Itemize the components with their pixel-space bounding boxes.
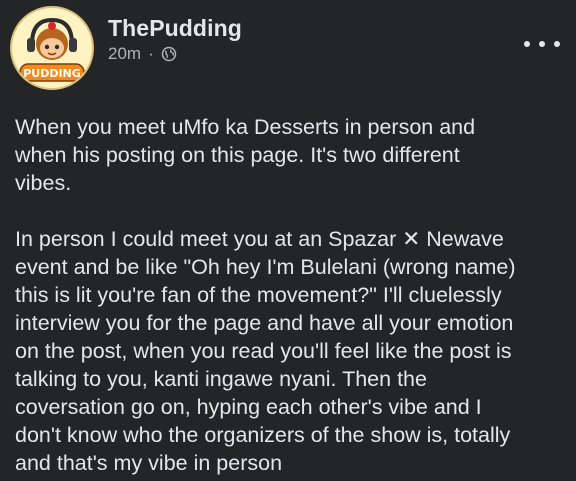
- text-line: event and be like "Oh hey I'm Bulelani (…: [15, 255, 516, 279]
- more-dot: [554, 41, 560, 47]
- text-line: and that's my vibe in person: [15, 451, 283, 475]
- text-line: don't know who the organizers of the sho…: [15, 423, 511, 447]
- text-line: In person I could meet you at an Spazar …: [15, 227, 504, 251]
- text-line: When you meet uMfo ka Desserts in person…: [15, 115, 476, 139]
- post-meta: 20m ·: [108, 44, 177, 64]
- globe-icon[interactable]: [161, 46, 177, 62]
- post-paragraph: When you meet uMfo ka Desserts in person…: [15, 113, 571, 197]
- pudding-logo: PUDDING: [19, 17, 85, 82]
- post-text: When you meet uMfo ka Desserts in person…: [15, 113, 571, 477]
- text-line: on the post, when you read you'll feel l…: [15, 339, 512, 363]
- author-name[interactable]: ThePudding: [108, 15, 242, 42]
- text-line: vibes.: [15, 171, 72, 195]
- text-line: when his posting on this page. It's two …: [15, 143, 460, 167]
- avatar-logo-text: PUDDING: [23, 67, 81, 80]
- text-line: talking to you, kanti ingawe nyani. Then…: [15, 367, 427, 391]
- more-dot: [539, 41, 545, 47]
- page-avatar[interactable]: PUDDING: [10, 6, 94, 90]
- more-dot: [524, 41, 530, 47]
- text-line: coversation go on, hyping each other's v…: [15, 395, 482, 419]
- more-options-icon[interactable]: [524, 32, 560, 56]
- facebook-post: PUDDING ThePudding 20m · When you meet u…: [0, 0, 576, 481]
- post-timestamp[interactable]: 20m: [108, 44, 141, 64]
- text-line: this is lit you're fan of the movement?"…: [15, 283, 502, 307]
- meta-separator: ·: [148, 44, 154, 63]
- text-line: interview you for the page and have all …: [15, 311, 514, 335]
- post-paragraph: In person I could meet you at an Spazar …: [15, 225, 571, 477]
